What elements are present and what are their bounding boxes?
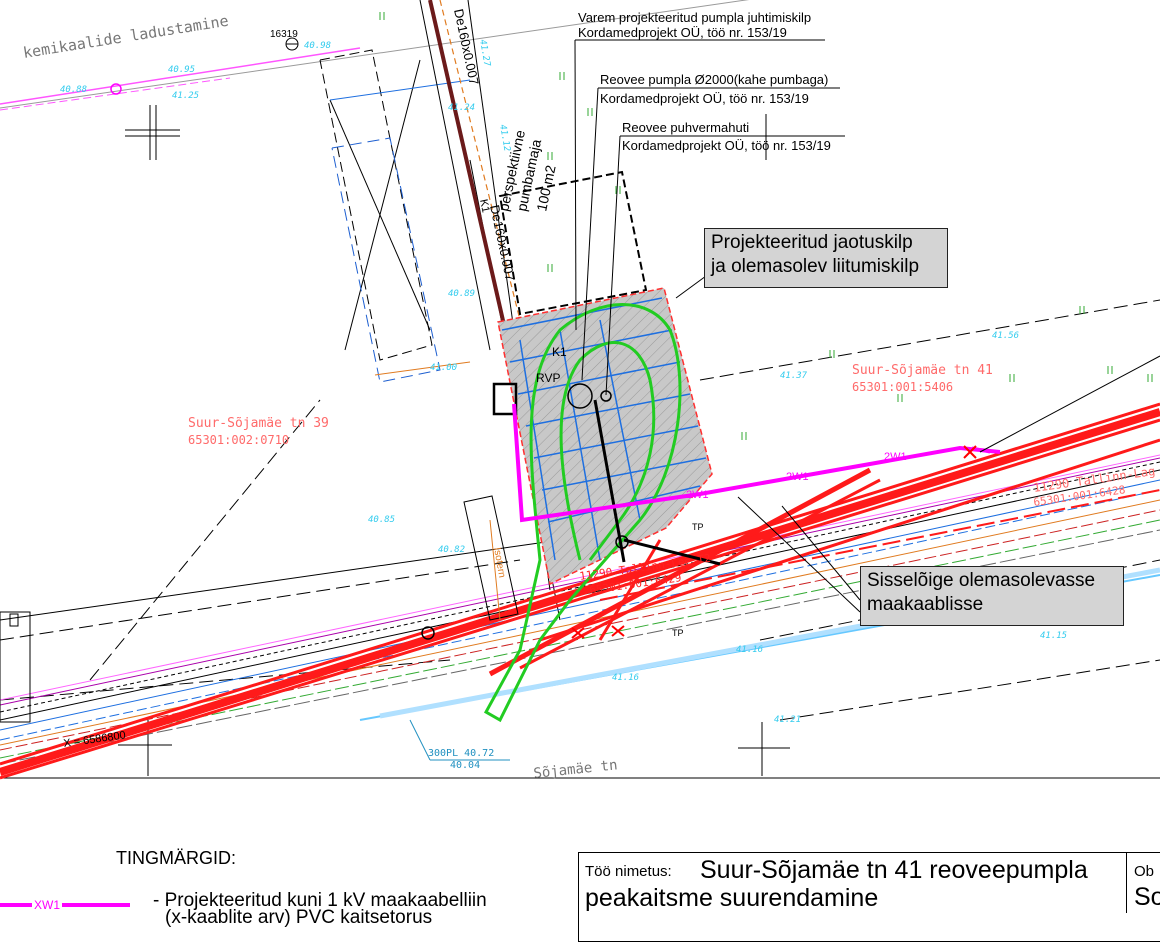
cable-label-3: 2W1 [686,489,709,501]
annotation-pumpla-title: Reovee pumpla Ø2000(kahe pumbaga) [600,72,828,87]
elevation-label: 41.00 [430,363,457,373]
annotation-juhtimiskilp-title: Varem projekteeritud pumpla juhtimiskilp [578,10,811,25]
title-block-ob-value: So [1134,883,1160,911]
building-diagonals [329,59,431,351]
pl-label-2: 40.04 [450,760,480,771]
design-annotations: Varem projekteeritud pumpla juhtimiskilp… [578,10,831,153]
legend-row-cable: XW1 - Projekteeritud kuni 1 kV maakaabel… [0,890,560,930]
callout-sisselõige: Sisselõige olemasolevasse maakaablisse [860,566,1124,626]
legend-cable-symbol: XW1 [0,898,130,912]
elevation-label: 40.85 [368,515,395,525]
elevation-label: 40.82 [438,545,465,555]
elevation-label: 41.15 [1040,631,1067,641]
elevation-label: 41.21 [774,715,801,725]
rvp-label: RVP [536,371,560,385]
title-block: Töö nimetus: Suur-Sõjamäe tn 41 reoveepu… [578,852,1160,942]
street-label: Sõjamäe tn [533,757,619,780]
elevation-label: 41.12 [497,124,512,152]
elevation-label: 41.56 [992,331,1019,341]
parcel-39-name: Suur-Sõjamäe tn 39 [188,416,329,431]
tp-label-2: TP [672,628,684,638]
elevation-label: 41.24 [448,103,475,113]
annotation-juhtimiskilp-sub: Kordamedprojekt OÜ, töö nr. 153/19 [578,25,787,40]
annotation-puhvermahuti-sub: Kordamedprojekt OÜ, töö nr. 153/19 [622,138,831,153]
elevation-label: 41.25 [172,91,199,101]
title-block-name-value: Suur-Sõjamäe tn 41 reoveepumpla peakaits… [585,856,1088,912]
cable-label-1: 2W1 [786,471,809,483]
elevation-label: 41.16 [736,645,763,655]
grid-cross-icon-2 [738,722,790,776]
elevation-label: 40.89 [448,289,475,299]
cable-label-2: 2W1 [884,451,907,463]
callout-sisselõige-line2: maakaablisse [867,594,984,615]
left-structure-outline [0,611,31,723]
callout-jaotuskilp-line1: Projekteeritud jaotuskilp [711,232,913,253]
callout-jaotuskilp: Projekteeritud jaotuskilp ja olemasolev … [704,228,948,288]
annotation-pumpla-sub: Kordamedprojekt OÜ, töö nr. 153/19 [600,91,809,106]
legend-title: TINGMÄRGID: [116,848,236,868]
isotern-tank-outline [463,495,519,621]
solid-boundary-line [0,539,561,621]
point-number-label: 16319 [270,29,298,40]
title-block-main-cell: Töö nimetus: Suur-Sõjamäe tn 41 reoveepu… [579,853,1127,913]
pl-label-1: 300PL 40.72 [428,748,494,759]
legend-cable-text-2: (x-kaablite arv) PVC kaitsetorus [165,907,433,928]
site-plan-drawing: kemikaalide ladustamine 16319 De160x0.00… [0,0,1160,780]
legend-cable-text: - Projekteeritud kuni 1 kV maakaabelliin… [153,891,487,928]
elevation-label: 41.37 [780,371,808,381]
elevation-label: 40.98 [304,41,331,51]
blue-building-outline [331,137,441,383]
callout-jaotuskilp-line2: ja olemasolev liitumiskilp [711,256,920,277]
isotern-label: Isotern [491,547,507,579]
elevation-label: 41.27 [477,39,492,68]
parcel-41-name: Suur-Sõjamäe tn 41 [852,363,993,378]
annotation-puhvermahuti-title: Reovee puhvermahuti [622,120,749,135]
parcel-39-code: 65301:002:0710 [188,433,289,447]
elevation-label: 40.95 [168,65,195,75]
grid-cross-icon [125,105,180,160]
area-label-kemikaalide: kemikaalide ladustamine [22,12,230,62]
parcel-41-code: 65301:001:5406 [852,380,953,394]
callout-sisselõige-line1: Sisselõige olemasolevasse [867,570,1096,591]
pipe-k1-label-b: K1 [552,345,567,359]
elevation-label: 40.88 [60,85,87,95]
legend-cable-code: XW1 [34,898,60,912]
pipe-label-top: De160x0.007 [451,8,482,87]
tp-label-1: TP [692,522,704,532]
coordinate-label: X = 6586800 [63,729,127,750]
elevation-label: 41.16 [612,673,639,683]
title-block-ob-label: Ob [1134,863,1155,880]
